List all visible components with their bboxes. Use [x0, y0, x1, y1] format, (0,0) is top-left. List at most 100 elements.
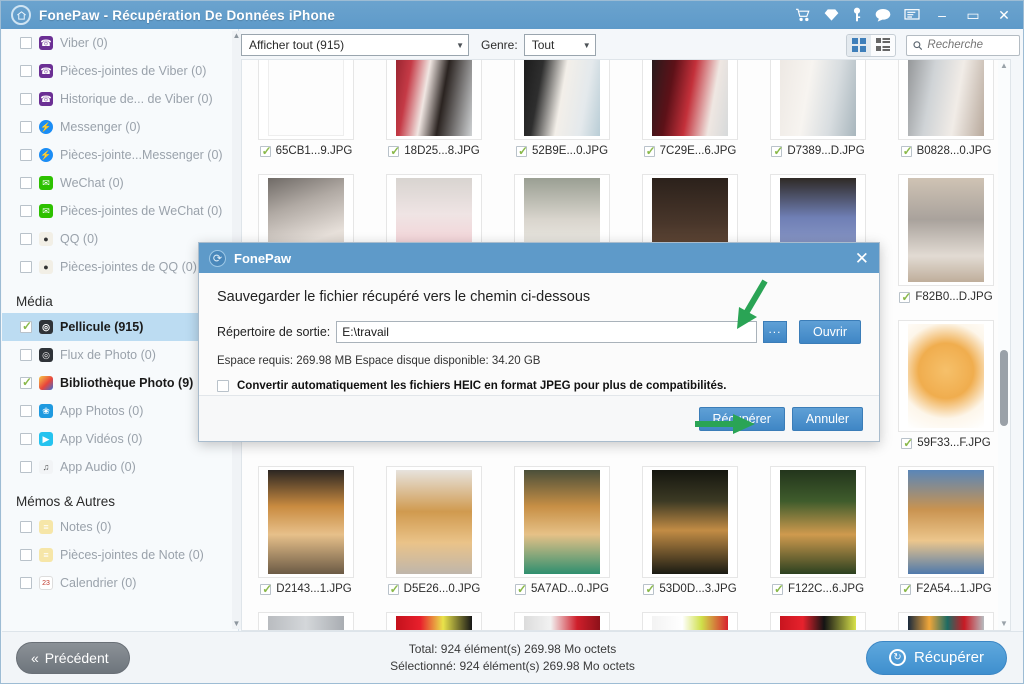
photo-caption[interactable]: D2143...1.JPG	[260, 582, 352, 596]
photo-cell[interactable]: 7C29E...6.JPG	[626, 60, 754, 170]
photo-checkbox[interactable]	[899, 290, 911, 304]
photo-caption[interactable]: 59F33...F.JPG	[901, 436, 991, 450]
photo-cell[interactable]	[882, 608, 1010, 630]
photo-caption[interactable]: 65CB1...9.JPG	[259, 144, 352, 158]
sidebar-item-app-1[interactable]: ☎ Pièces-jointes de Viber (0)	[2, 57, 238, 85]
photo-thumbnail[interactable]	[770, 612, 866, 630]
dialog-recover-button[interactable]: Récupérer	[698, 406, 785, 431]
convert-heic-row[interactable]: Convertir automatiquement les fichiers H…	[217, 380, 861, 392]
photo-checkbox[interactable]	[771, 582, 784, 596]
photo-cell[interactable]: F122C...6.JPG	[754, 462, 882, 608]
photo-thumbnail[interactable]	[258, 612, 354, 630]
sidebar-item-memo-0[interactable]: ≡ Notes (0)	[2, 513, 238, 541]
browse-button[interactable]: ...	[762, 321, 787, 343]
photo-cell[interactable]	[498, 608, 626, 630]
search-input[interactable]	[927, 39, 1013, 51]
sidebar-item-app-2[interactable]: ☎ Historique de... de Viber (0)	[2, 85, 238, 113]
close-button[interactable]: ✕	[995, 7, 1013, 24]
photo-caption[interactable]: 5A7AD...0.JPG	[515, 582, 609, 596]
photo-checkbox[interactable]	[515, 582, 527, 596]
photo-checkbox[interactable]	[259, 144, 272, 158]
sidebar-item-memo-1[interactable]: ≡ Pièces-jointes de Note (0)	[2, 541, 238, 569]
dialog-close-button[interactable]: ✕	[855, 250, 869, 267]
sidebar-item-checkbox[interactable]	[20, 205, 32, 217]
photo-cell[interactable]: F82B0...D.JPG	[882, 170, 1010, 316]
photo-cell[interactable]: D2143...1.JPG	[242, 462, 370, 608]
previous-button[interactable]: « Précédent	[16, 641, 130, 674]
sidebar-item-checkbox[interactable]	[20, 433, 32, 445]
minimize-button[interactable]: –	[933, 7, 951, 23]
photo-thumbnail[interactable]	[898, 466, 994, 578]
sidebar-item-checkbox[interactable]	[20, 349, 32, 361]
photo-caption[interactable]: 52B9E...0.JPG	[515, 144, 608, 158]
photo-checkbox[interactable]	[388, 144, 400, 158]
key-icon[interactable]	[852, 7, 862, 23]
sidebar-item-media-5[interactable]: ♫ App Audio (0)	[2, 453, 238, 481]
sidebar-item-checkbox[interactable]	[20, 37, 32, 49]
sidebar-item-checkbox[interactable]	[20, 149, 32, 161]
photo-cell[interactable]: D7389...D.JPG	[754, 60, 882, 170]
photo-caption[interactable]: 7C29E...6.JPG	[643, 144, 736, 158]
photo-caption[interactable]: 18D25...8.JPG	[388, 144, 480, 158]
output-path-input[interactable]: E:\travail	[336, 321, 757, 343]
convert-heic-checkbox[interactable]	[217, 380, 229, 392]
photo-thumbnail[interactable]	[386, 466, 482, 578]
scroll-up-icon[interactable]: ▲	[232, 31, 241, 41]
diamond-icon[interactable]	[824, 8, 839, 22]
photo-cell[interactable]: 65CB1...9.JPG	[242, 60, 370, 170]
sidebar-item-checkbox[interactable]	[20, 521, 32, 533]
photo-checkbox[interactable]	[387, 582, 400, 596]
photo-caption[interactable]: D5E26...0.JPG	[387, 582, 480, 596]
photo-caption[interactable]: F82B0...D.JPG	[899, 290, 993, 304]
photo-thumbnail[interactable]	[642, 60, 738, 140]
photo-caption[interactable]: 53D0D...3.JPG	[643, 582, 737, 596]
photo-checkbox[interactable]	[901, 436, 913, 450]
photo-thumbnail[interactable]	[770, 60, 866, 140]
sidebar-item-checkbox[interactable]	[20, 261, 32, 273]
sidebar-item-checkbox[interactable]	[20, 121, 32, 133]
photo-thumbnail[interactable]	[514, 466, 610, 578]
sidebar-item-checkbox[interactable]	[20, 375, 32, 389]
photo-cell[interactable]	[370, 608, 498, 630]
photo-thumbnail[interactable]	[258, 466, 354, 578]
photo-checkbox[interactable]	[643, 144, 656, 158]
photo-checkbox[interactable]	[643, 582, 655, 596]
photo-cell[interactable]: 53D0D...3.JPG	[626, 462, 754, 608]
sidebar-item-app-3[interactable]: ⚡ Messenger (0)	[2, 113, 238, 141]
photo-checkbox[interactable]	[771, 144, 783, 158]
photo-thumbnail[interactable]	[386, 612, 482, 630]
photo-caption[interactable]: F122C...6.JPG	[771, 582, 864, 596]
photo-cell[interactable]: B0828...0.JPG	[882, 60, 1010, 170]
photo-cell[interactable]: 5A7AD...0.JPG	[498, 462, 626, 608]
grid-scrollbar[interactable]: ▲ ▼	[998, 60, 1010, 630]
grid-view-icon[interactable]	[847, 34, 871, 56]
genre-dropdown[interactable]: Tout ▼	[523, 34, 596, 56]
photo-caption[interactable]: B0828...0.JPG	[900, 144, 991, 158]
photo-caption[interactable]: F2A54...1.JPG	[900, 582, 992, 596]
cart-icon[interactable]	[795, 8, 811, 22]
photo-thumbnail[interactable]	[898, 60, 994, 140]
dialog-cancel-button[interactable]: Annuler	[791, 406, 863, 431]
sidebar-item-checkbox[interactable]	[20, 577, 32, 589]
photo-thumbnail[interactable]	[642, 612, 738, 630]
search-box[interactable]	[906, 34, 1020, 56]
photo-thumbnail[interactable]	[386, 60, 482, 140]
sidebar-item-app-5[interactable]: ✉ WeChat (0)	[2, 169, 238, 197]
photo-thumbnail[interactable]	[514, 612, 610, 630]
sidebar-item-checkbox[interactable]	[20, 549, 32, 561]
photo-checkbox[interactable]	[900, 582, 912, 596]
photo-thumbnail[interactable]	[258, 60, 354, 140]
photo-thumbnail[interactable]	[898, 174, 994, 286]
sidebar-item-app-4[interactable]: ⚡ Pièces-jointe...Messenger (0)	[2, 141, 238, 169]
grid-scroll-thumb[interactable]	[1000, 350, 1008, 426]
photo-thumbnail[interactable]	[898, 612, 994, 630]
sidebar-item-checkbox[interactable]	[20, 177, 32, 189]
sidebar-item-checkbox[interactable]	[20, 233, 32, 245]
photo-caption[interactable]: D7389...D.JPG	[771, 144, 865, 158]
scroll-down-icon[interactable]: ▼	[998, 618, 1010, 630]
maximize-button[interactable]: ▭	[964, 7, 982, 24]
filter-dropdown[interactable]: Afficher tout (915) ▼	[241, 34, 469, 56]
scroll-down-icon[interactable]: ▼	[232, 619, 241, 629]
scroll-up-icon[interactable]: ▲	[998, 60, 1010, 72]
photo-cell[interactable]: 18D25...8.JPG	[370, 60, 498, 170]
